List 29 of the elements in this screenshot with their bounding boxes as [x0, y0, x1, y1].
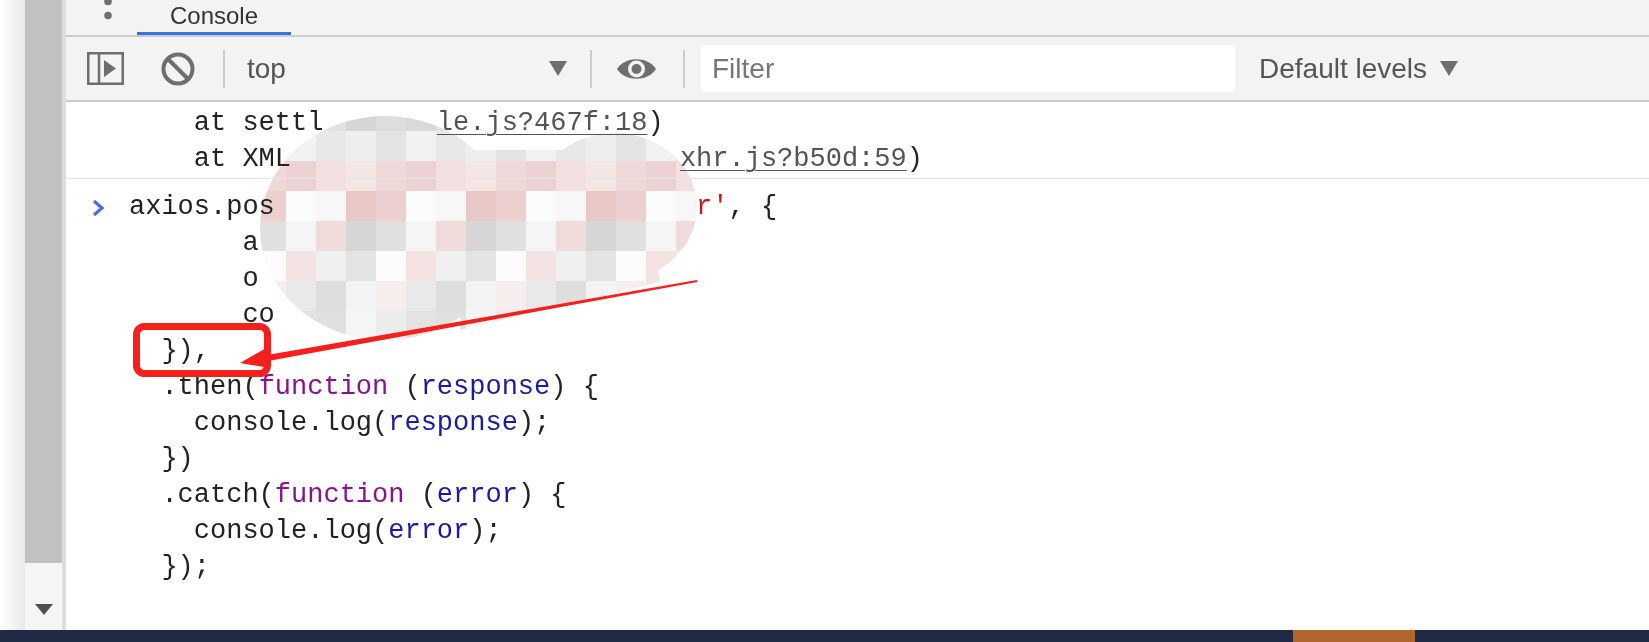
stack-trace-text: at settl: [193, 107, 324, 140]
caret-down-icon: [1440, 61, 1459, 76]
sidebar-icon[interactable]: [87, 52, 124, 85]
code-text: a: [242, 227, 259, 260]
code-text: co: [242, 299, 275, 332]
caret-down-icon: [549, 61, 567, 76]
context-dropdown[interactable]: top: [247, 46, 567, 91]
code-text: .catch(function (error) {: [161, 479, 567, 512]
code-text: }): [161, 443, 194, 476]
code-text: o: [242, 263, 259, 296]
code-text: }),: [161, 335, 210, 368]
stack-trace-text: le.js?467f:18): [436, 107, 664, 140]
stack-trace-text: at XML: [193, 143, 292, 176]
code-text: console.log(response);: [193, 407, 551, 440]
code-text: axios.pos: [129, 191, 275, 224]
chevron-right-icon: [91, 199, 105, 217]
stack-trace-text: xhr.js?b50d:59): [679, 143, 923, 176]
scrollbar-thumb[interactable]: [25, 0, 62, 563]
code-text: .then(function (response) {: [161, 371, 599, 404]
code-text: console.log(error);: [193, 515, 502, 548]
source-link[interactable]: xhr.js?b50d:59: [679, 144, 907, 174]
source-link[interactable]: le.js?467f:18: [436, 108, 648, 138]
scroll-down-icon[interactable]: [34, 604, 53, 615]
prohibition-icon[interactable]: [161, 51, 195, 86]
code-text: r', {: [696, 191, 778, 224]
filter-field[interactable]: Filter: [701, 45, 1235, 92]
kebab-menu-icon[interactable]: [104, 0, 112, 20]
levels-dropdown[interactable]: Default levels: [1259, 46, 1459, 91]
code-text: });: [161, 551, 210, 584]
